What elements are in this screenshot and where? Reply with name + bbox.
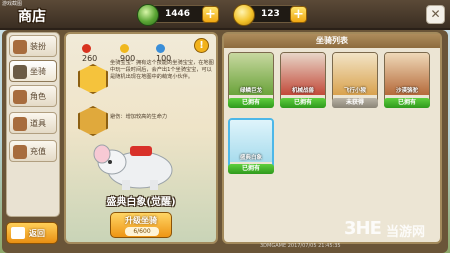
mount-status-badge: 已拥有 [280,98,326,108]
gem-count: 1446 [165,9,191,19]
sidebar-item-label: 角色 [30,92,46,101]
recharge-icon [13,145,27,159]
coin-count: 123 [261,9,280,19]
mount-illustration [93,144,173,190]
mount-icon [13,65,27,79]
upgrade-mount-button[interactable]: 升级坐骑 6/600 [110,212,172,238]
item-icon [13,117,27,131]
skill-hatch-desc: 坐骑宝宝：拥有这个技能的坐骑宝宝，在地图中玩一段时间后，会产出1个坐骑宝宝，可以… [110,60,214,80]
back-label: 返回 [29,229,45,238]
mount-card-name: 绿鳞巨龙 [239,88,262,94]
gem-icon [137,4,159,26]
site-logo: 3HE [344,218,382,239]
sidebar-item-item[interactable]: 道具 [9,112,57,134]
mount-card-name: 飞行小猴 [343,88,366,94]
hp-icon [82,44,91,53]
mount-status-badge: 已拥有 [384,98,430,108]
sidebar-item-label: 坐骑 [30,67,46,76]
gem-counter: 1446 + [137,4,219,26]
mount-status-badge: 未获得 [332,98,378,108]
mount-card-name: 盛典白象 [239,155,262,161]
coin-counter: 123 + [233,4,307,26]
upgrade-label: 升级坐骑 [125,216,157,225]
attack-icon [120,44,129,53]
sidebar-item-character[interactable]: 角色 [9,85,57,107]
add-coins-button[interactable]: + [290,6,307,23]
page-title: 商店 [18,9,46,25]
info-icon[interactable]: ! [194,38,209,53]
sidebar-item-recharge[interactable]: 充值 [9,140,57,162]
upgrade-cost: 6/600 [125,227,159,236]
watermark-bottom: 3DMGAME 2017/07/05 21:45:35 [260,243,341,249]
mount-list-header: 坐骑列表 [224,34,440,48]
sidebar-item-label: 充值 [30,147,46,156]
sidebar-item-label: 装扮 [30,42,46,51]
skill-shield-desc: 避伤：增加较高的生命力 [110,114,168,120]
mount-status-badge: 已拥有 [228,98,274,108]
top-bar [0,0,450,30]
sidebar-item-label: 道具 [30,119,46,128]
mount-name: 盛典白象(觉醒) [106,197,176,208]
speed-icon [156,44,165,53]
mount-card-name: 沙漠骆驼 [395,88,418,94]
back-icon [11,227,25,239]
close-button[interactable]: ✕ [426,5,445,24]
outfit-icon [13,40,27,54]
mount-status-badge: 已拥有 [228,164,274,174]
add-gems-button[interactable]: + [202,6,219,23]
back-button[interactable]: 返回 [6,222,58,244]
sidebar-item-mount[interactable]: 坐骑 [9,60,57,82]
sidebar-item-outfit[interactable]: 装扮 [9,35,57,57]
coin-icon [233,4,255,26]
hp-stat: 260 [82,44,97,63]
character-icon [13,90,27,104]
site-logo-text: 当游网 [386,225,426,240]
mount-card-name: 机械战兽 [291,88,314,94]
